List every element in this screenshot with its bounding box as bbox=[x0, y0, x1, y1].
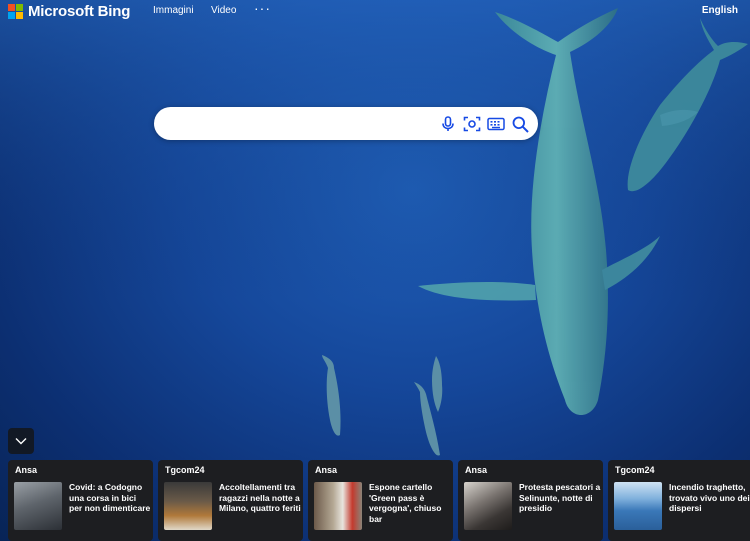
search-icon[interactable] bbox=[510, 114, 530, 134]
news-card[interactable]: Tgcom24 Accoltellamenti tra ragazzi nell… bbox=[158, 460, 303, 541]
nav-video-link[interactable]: Video bbox=[211, 5, 236, 16]
news-card[interactable]: Ansa Espone cartello 'Green pass è vergo… bbox=[308, 460, 453, 541]
bing-logo[interactable]: Microsoft Bing bbox=[8, 3, 130, 20]
news-thumbnail bbox=[464, 482, 512, 530]
expand-feed-button[interactable] bbox=[8, 428, 34, 454]
news-source: Tgcom24 bbox=[615, 465, 655, 475]
chevron-down-icon bbox=[15, 432, 27, 450]
news-thumbnail bbox=[614, 482, 662, 530]
news-source: Ansa bbox=[15, 465, 38, 475]
news-title: Incendio traghetto, trovato vivo uno dei… bbox=[669, 482, 750, 513]
dolphins bbox=[322, 355, 443, 456]
microphone-icon[interactable] bbox=[438, 114, 458, 134]
brand-name: Microsoft Bing bbox=[28, 3, 131, 20]
visual-search-icon[interactable] bbox=[462, 114, 482, 134]
search-box[interactable] bbox=[154, 107, 538, 140]
news-carousel: Ansa Covid: a Codogno una corsa in bici … bbox=[8, 460, 750, 541]
news-title: Covid: a Codogno una corsa in bici per n… bbox=[69, 482, 151, 513]
news-card[interactable]: Ansa Protesta pescatori a Selinunte, not… bbox=[458, 460, 603, 541]
news-title: Accoltellamenti tra ragazzi nella notte … bbox=[219, 482, 301, 513]
news-title: Protesta pescatori a Selinunte, notte di… bbox=[519, 482, 601, 513]
news-source: Ansa bbox=[465, 465, 488, 475]
search-input[interactable] bbox=[168, 113, 442, 135]
language-switch-link[interactable]: English bbox=[702, 5, 738, 16]
news-source: Tgcom24 bbox=[165, 465, 205, 475]
more-menu-button[interactable]: ··· bbox=[254, 0, 271, 16]
news-card[interactable]: Ansa Covid: a Codogno una corsa in bici … bbox=[8, 460, 153, 541]
nav-images-link[interactable]: Immagini bbox=[153, 5, 194, 16]
news-thumbnail bbox=[14, 482, 62, 530]
news-source: Ansa bbox=[315, 465, 338, 475]
keyboard-icon[interactable] bbox=[486, 114, 506, 134]
news-card[interactable]: Tgcom24 Incendio traghetto, trovato vivo… bbox=[608, 460, 750, 541]
news-title: Espone cartello 'Green pass è vergogna',… bbox=[369, 482, 442, 524]
microsoft-logo-icon bbox=[8, 4, 23, 19]
news-thumbnail bbox=[314, 482, 362, 530]
news-thumbnail bbox=[164, 482, 212, 530]
